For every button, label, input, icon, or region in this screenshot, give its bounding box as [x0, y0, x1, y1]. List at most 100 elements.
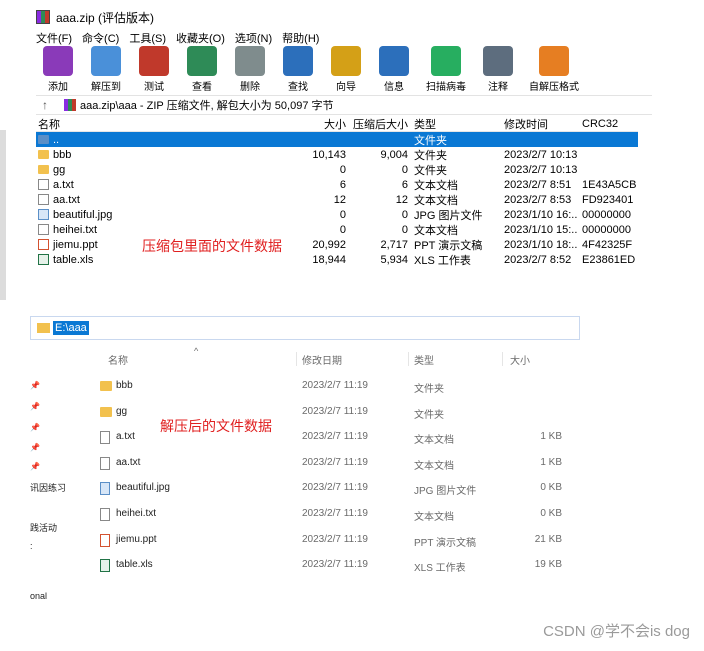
file-name: heihei.txt [116, 507, 157, 519]
cell-name: a.txt [36, 179, 284, 191]
address-text[interactable]: E:\aaa [53, 321, 89, 335]
table-row[interactable]: aa.txt 12 12 文本文档 2023/2/7 8:53 FD923401 [36, 192, 638, 207]
table-row[interactable]: jiemu.ppt 20,992 2,717 PPT 演示文稿 2023/1/10 18… [36, 237, 638, 252]
pin-icon[interactable]: 📌 [30, 381, 40, 390]
cell-type: 文件夹 [414, 409, 444, 421]
cell-modified: 2023/2/7 11:19 [302, 405, 368, 417]
extract-to-folder-icon [91, 46, 121, 76]
table-row[interactable]: bbb 10,143 9,004 文件夹 2023/2/7 10:13 [36, 147, 638, 162]
column-crc[interactable]: CRC32 [578, 118, 636, 130]
toolbar-button[interactable]: 查看 [180, 46, 224, 94]
cell-type: 文件夹 [414, 384, 444, 395]
cell-crc: FD923401 [582, 193, 634, 206]
address-bar[interactable]: E:\aaa [30, 316, 580, 340]
menu-tools[interactable]: 工具(S) [129, 30, 166, 46]
toolbar-button[interactable]: 删除 [228, 46, 272, 94]
table-row[interactable]: table.xls 18,944 5,934 XLS 工作表 2023/2/7 8:52… [36, 252, 638, 267]
file-name: gg [116, 405, 128, 417]
menu-favorites[interactable]: 收藏夹(O) [176, 30, 225, 46]
jpg-icon [38, 209, 49, 220]
menu-help[interactable]: 帮助(H) [282, 30, 319, 46]
cell-name: gg [36, 164, 284, 176]
column-packed[interactable]: 压缩后大小 [346, 116, 408, 132]
cell-packed: 9,004 [380, 148, 408, 161]
column-type[interactable]: 类型 [414, 352, 434, 367]
file-name: a.txt [116, 431, 135, 443]
file-name: beautiful.jpg [116, 482, 170, 494]
cell-size: 12 [333, 193, 346, 206]
cell-size: 10,143 [312, 148, 346, 161]
file-name: a.txt [53, 178, 74, 191]
list-item[interactable]: jiemu.ppt 2023/2/7 11:19 PPT 演示文稿 21 KB [100, 528, 580, 554]
nav-item[interactable]: 践活动 [30, 521, 57, 534]
cell-size: 0 [339, 163, 346, 176]
table-row[interactable]: a.txt 6 6 文本文档 2023/2/7 8:51 1E43A5CB [36, 177, 638, 192]
up-arrow-icon[interactable]: ↑ [36, 98, 54, 112]
menu-file[interactable]: 文件(F) [36, 30, 72, 46]
toolbar-button[interactable]: 信息 [372, 46, 416, 94]
column-type[interactable]: 类型 [408, 116, 500, 132]
file-name: heihei.txt [53, 223, 98, 236]
column-modified[interactable]: 修改日期 [302, 352, 342, 367]
folder-icon [38, 165, 49, 174]
menu-commands[interactable]: 命令(C) [82, 30, 119, 46]
jpg-icon [100, 482, 110, 496]
cell-modified: 2023/2/7 8:53 [504, 193, 572, 206]
cell-modified: 2023/2/7 11:19 [302, 456, 368, 468]
toolbar-button-label: 扫描病毒 [426, 82, 466, 93]
list-item[interactable]: table.xls 2023/2/7 11:19 XLS 工作表 19 KB [100, 553, 580, 579]
pin-icon[interactable]: 📌 [30, 443, 40, 452]
toolbar-button[interactable]: 测试 [132, 46, 176, 94]
toolbar-button[interactable]: 添加 [36, 46, 80, 94]
column-size[interactable]: 大小 [510, 352, 530, 367]
toolbar-button[interactable]: 查找 [276, 46, 320, 94]
column-name[interactable]: 名称 [36, 116, 284, 132]
column-size[interactable]: 大小 [284, 116, 346, 132]
table-row[interactable]: heihei.txt 0 0 文本文档 2023/1/10 15:... 00000000 [36, 222, 638, 237]
list-item[interactable]: bbb 2023/2/7 11:19 文件夹 [100, 374, 580, 400]
nav-item[interactable]: : [30, 541, 33, 551]
table-row[interactable]: .. 文件夹 [36, 132, 638, 147]
table-row[interactable]: beautiful.jpg 0 0 JPG 图片文件 2023/1/10 16:... 0… [36, 207, 638, 222]
toolbar-button-label: 向导 [336, 82, 356, 93]
cell-size: 1 KB [540, 431, 562, 443]
pin-icon[interactable]: 📌 [30, 423, 40, 432]
column-name[interactable]: 名称 [108, 352, 128, 367]
menu-options[interactable]: 选项(N) [235, 30, 272, 46]
cell-type: 文件夹 [414, 134, 447, 147]
cell-size: 0 [339, 208, 346, 221]
list-item[interactable]: beautiful.jpg 2023/2/7 11:19 JPG 图片文件 0 KB [100, 476, 580, 502]
table-row[interactable]: gg 0 0 文件夹 2023/2/7 10:13 [36, 162, 638, 177]
toolbar-button-label: 添加 [48, 82, 68, 93]
cell-size: 0 [339, 223, 346, 236]
list-item[interactable]: aa.txt 2023/2/7 11:19 文本文档 1 KB [100, 451, 580, 477]
pin-icon[interactable]: 📌 [30, 402, 40, 411]
list-item[interactable]: heihei.txt 2023/2/7 11:19 文本文档 0 KB [100, 502, 580, 528]
cell-type: 文本文档 [414, 460, 454, 472]
cell-size: 6 [339, 178, 346, 191]
cell-modified: 2023/2/7 10:13 [504, 148, 578, 161]
toolbar-button[interactable]: 自解压格式 [524, 46, 584, 94]
nav-item[interactable]: 讯因练习 [30, 481, 66, 494]
window-title-text: aaa.zip (评估版本) [56, 10, 155, 25]
txt-icon [100, 456, 110, 470]
toolbar-button[interactable]: 向导 [324, 46, 368, 94]
pin-icon[interactable]: 📌 [30, 462, 40, 471]
cell-type: 文件夹 [414, 149, 447, 162]
toolbar-button[interactable]: 扫描病毒 [420, 46, 472, 94]
column-modified[interactable]: 修改时间 [500, 116, 578, 132]
nav-item[interactable]: onal [30, 591, 47, 601]
toolbar-button[interactable]: 解压到 [84, 46, 128, 94]
cell-modified: 2023/2/7 11:19 [302, 533, 368, 545]
cell-modified: 2023/2/7 11:19 [302, 431, 368, 443]
explorer-file-list: 名称 ^ 修改日期 类型 大小 bbb 2023/2/7 11:19 文件夹 gg 20… [30, 342, 580, 592]
txt-icon [38, 224, 49, 235]
toolbar-button[interactable]: 注释 [476, 46, 520, 94]
watermark: CSDN @学不会is dog [543, 623, 690, 640]
cell-size: 0 KB [540, 507, 562, 519]
toolbar-button-label: 解压到 [91, 82, 121, 93]
cell-type: PPT 演示文稿 [414, 239, 483, 252]
left-panel-edge [0, 130, 6, 300]
ppt-icon [100, 533, 110, 547]
wizard-wand-icon [331, 46, 361, 76]
